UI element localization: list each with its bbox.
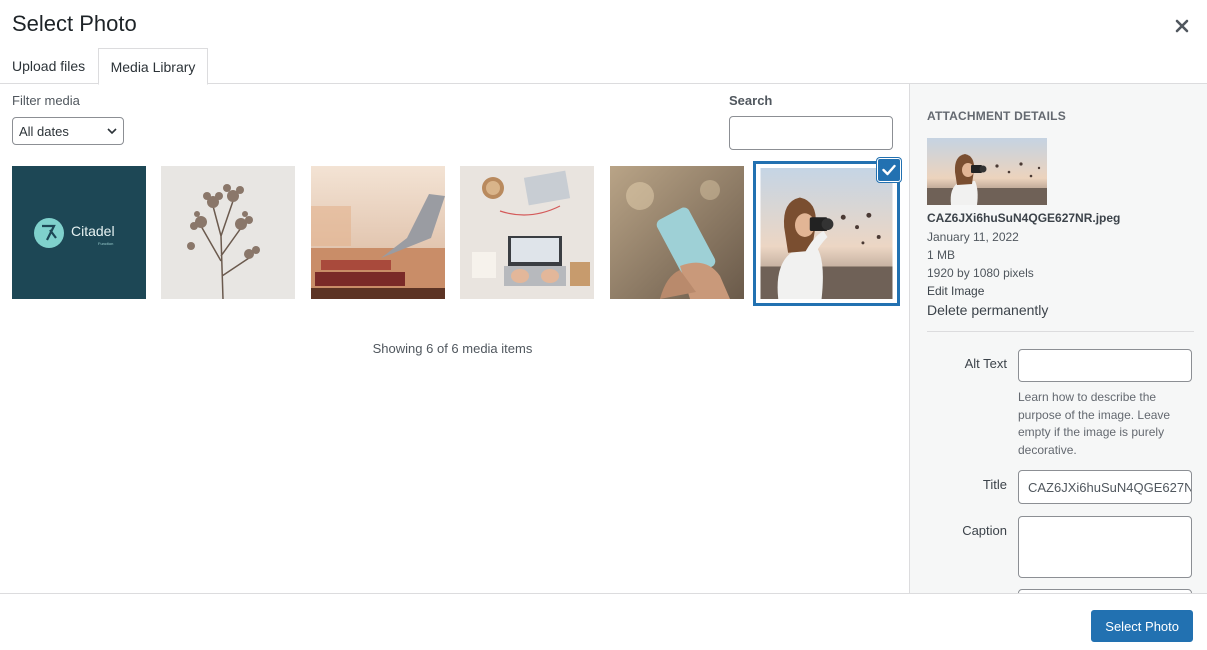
search-input[interactable] [729, 116, 893, 150]
citadel-logo-text: Citadel [71, 223, 115, 239]
modal-title: Select Photo [12, 11, 137, 36]
caption-field[interactable] [1018, 516, 1192, 578]
alt-text-label: Alt Text [964, 356, 1007, 371]
media-item[interactable] [161, 166, 295, 299]
media-item[interactable]: Citadel Function [12, 166, 146, 299]
selected-checkbox[interactable] [877, 158, 901, 182]
attachment-filesize: 1 MB [927, 248, 956, 262]
citadel-logo-subtext: Function [98, 241, 114, 246]
photographer-image [760, 168, 893, 299]
search-label: Search [729, 93, 773, 108]
date-filter-value: All dates [19, 123, 69, 139]
attachment-thumbnail [927, 138, 1047, 205]
dried-flowers-image [161, 166, 295, 299]
laptop-desk-image [311, 166, 445, 299]
checkmark-icon [882, 164, 896, 176]
edit-image-link[interactable]: Edit Image [927, 284, 984, 298]
media-item[interactable] [460, 166, 594, 299]
media-item[interactable] [610, 166, 744, 299]
title-label: Title [982, 477, 1007, 492]
filter-media-label: Filter media [12, 93, 80, 108]
phone-in-hand-image [610, 166, 744, 299]
attachment-details-heading: ATTACHMENT DETAILS [927, 109, 1066, 123]
media-count-status: Showing 6 of 6 media items [372, 341, 533, 356]
workspace-overhead-image [460, 166, 594, 299]
attachment-dimensions: 1920 by 1080 pixels [927, 266, 1034, 280]
tab-upload-files[interactable]: Upload files [2, 48, 95, 84]
alt-text-field[interactable] [1018, 349, 1192, 382]
modal-footer: Select Photo [0, 593, 1207, 650]
title-field[interactable]: CAZ6JXi6huSuN4QGE627NR [1018, 470, 1192, 504]
media-browser: Filter media All dates Search Citadel Fu… [0, 84, 910, 594]
media-tabs: Upload files Media Library [0, 48, 1207, 85]
delete-permanently-link[interactable]: Delete permanently [927, 302, 1048, 318]
attachment-details-sidebar: ATTACHMENT DETAILS CAZ6JXi6huSuN4QGE627N… [909, 84, 1207, 594]
close-button[interactable] [1169, 13, 1195, 39]
select-photo-button[interactable]: Select Photo [1091, 610, 1193, 642]
media-item-selected[interactable] [753, 161, 900, 306]
photographer-thumbnail-image [927, 138, 1047, 205]
chevron-down-icon [107, 127, 117, 134]
close-icon [1175, 19, 1189, 33]
attachment-filename: CAZ6JXi6huSuN4QGE627NR.jpeg [927, 211, 1121, 225]
date-filter-select[interactable]: All dates [12, 117, 124, 145]
details-divider [927, 331, 1194, 332]
attachment-date: January 11, 2022 [927, 230, 1019, 244]
caption-label: Caption [962, 523, 1007, 538]
alt-text-help: Learn how to describe the purpose of the… [1018, 390, 1171, 457]
media-item[interactable] [311, 166, 445, 299]
tab-media-library[interactable]: Media Library [98, 48, 208, 85]
